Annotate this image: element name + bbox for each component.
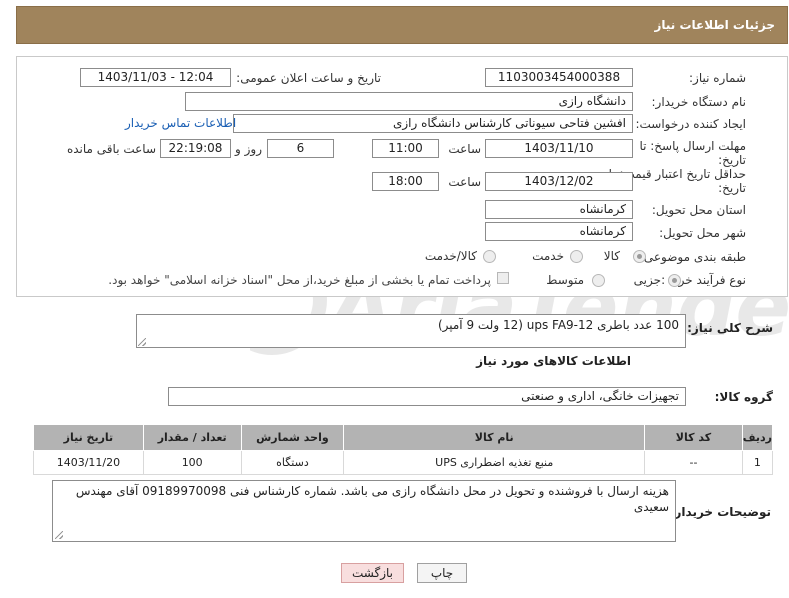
- category-goods-label: کالا: [603, 249, 620, 263]
- remaining-time-field[interactable]: 22:19:08: [160, 139, 231, 158]
- purchase-partial-label: جزیی: [633, 273, 661, 287]
- category-goods-radio[interactable]: [633, 250, 646, 263]
- price-validity-label-2: تاریخ:: [718, 181, 746, 195]
- description-text: 100 عدد باطری ups FA9-12 (12 ولت 9 آمپر): [437, 318, 679, 332]
- table-row: 1 -- منبع تغذیه اضطراری UPS دستگاه 100 1…: [33, 450, 774, 475]
- buyer-notes-field[interactable]: هزینه ارسال با فروشنده و تحویل در محل دا…: [52, 480, 676, 542]
- reply-deadline-label-2: تاریخ:: [718, 153, 746, 167]
- col-header-code: کد کالا: [644, 424, 743, 451]
- category-service-label: خدمت: [532, 249, 564, 263]
- goods-section-title: اطلاعات کالاهای مورد نیاز: [476, 354, 631, 368]
- col-header-qty: تعداد / مقدار: [142, 424, 242, 451]
- need-number-label: شماره نیاز:: [689, 71, 746, 85]
- back-button[interactable]: بازگشت: [341, 563, 404, 583]
- cell-unit: دستگاه: [240, 450, 345, 475]
- buyer-org-label: نام دستگاه خریدار:: [651, 95, 747, 109]
- goods-group-field[interactable]: تجهیزات خانگی، اداری و صنعتی: [168, 387, 686, 406]
- cell-row-number: 1: [741, 450, 774, 475]
- days-label: روز و: [235, 142, 262, 156]
- purchase-medium-label: متوسط: [546, 273, 584, 287]
- need-number-field[interactable]: 1103003454000388: [485, 68, 633, 87]
- announce-datetime-label: تاریخ و ساعت اعلان عمومی:: [236, 71, 381, 85]
- buyer-notes-resize-handle[interactable]: [55, 531, 63, 539]
- purchase-partial-radio[interactable]: [668, 274, 681, 287]
- purchase-medium-radio[interactable]: [592, 274, 605, 287]
- price-validity-time-field[interactable]: 18:00: [372, 172, 439, 191]
- cell-name: منبع تغذیه اضطراری UPS: [343, 450, 646, 475]
- page-title: جزئیات اطلاعات نیاز: [654, 18, 775, 32]
- treasury-payment-note: پرداخت تمام یا بخشی از مبلغ خرید،از محل …: [108, 273, 491, 287]
- remaining-days-field[interactable]: 6: [267, 139, 334, 158]
- print-button[interactable]: چاپ: [417, 563, 467, 583]
- description-field[interactable]: 100 عدد باطری ups FA9-12 (12 ولت 9 آمپر): [136, 314, 686, 348]
- description-resize-handle[interactable]: [138, 338, 146, 346]
- province-label: استان محل تحویل:: [651, 203, 746, 217]
- cell-code: --: [644, 450, 743, 475]
- goods-group-label: گروه کالا:: [714, 390, 773, 404]
- category-label: طبقه بندی موضوعی:: [639, 250, 746, 264]
- remaining-time-label: ساعت باقی مانده: [66, 142, 156, 156]
- treasury-payment-checkbox[interactable]: [497, 272, 509, 284]
- province-field[interactable]: کرمانشاه: [485, 200, 633, 219]
- price-validity-time-label: ساعت: [448, 175, 481, 189]
- col-header-date: تاریخ نیاز: [33, 424, 144, 451]
- buyer-org-field[interactable]: دانشگاه رازی: [185, 92, 633, 111]
- city-label: شهر محل تحویل:: [659, 226, 746, 240]
- cell-date: 1403/11/20: [33, 450, 144, 475]
- page-header: جزئیات اطلاعات نیاز: [16, 6, 788, 44]
- requester-label: ایجاد کننده درخواست:: [635, 117, 746, 131]
- requester-field[interactable]: افشین فتاحی سیوناتی کارشناس دانشگاه رازی: [233, 114, 633, 133]
- buyer-notes-label: توضیحات خریدار:: [669, 505, 771, 519]
- cell-qty: 100: [142, 450, 242, 475]
- city-field[interactable]: کرمانشاه: [485, 222, 633, 241]
- description-label: شرح کلی نیاز:: [687, 321, 773, 335]
- reply-deadline-time-label: ساعت: [448, 142, 481, 156]
- category-goods-service-label: کالا/خدمت: [424, 249, 477, 263]
- col-header-row: ردیف: [741, 424, 774, 451]
- col-header-unit: واحد شمارش: [240, 424, 345, 451]
- goods-table: ردیف کد کالا نام کالا واحد شمارش تعداد /…: [33, 424, 774, 475]
- col-header-name: نام کالا: [343, 424, 646, 451]
- buyer-contact-link[interactable]: اطلاعات تماس خریدار: [125, 116, 236, 130]
- goods-table-header: ردیف کد کالا نام کالا واحد شمارش تعداد /…: [33, 424, 774, 451]
- reply-deadline-time-field[interactable]: 11:00: [372, 139, 439, 158]
- buyer-notes-text: هزینه ارسال با فروشنده و تحویل در محل دا…: [75, 484, 669, 514]
- announce-datetime-field[interactable]: 1403/11/03 - 12:04: [80, 68, 231, 87]
- reply-deadline-label: مهلت ارسال پاسخ: تا: [639, 139, 746, 153]
- category-goods-service-radio[interactable]: [483, 250, 496, 263]
- category-service-radio[interactable]: [570, 250, 583, 263]
- price-validity-date-field[interactable]: 1403/12/02: [485, 172, 633, 191]
- reply-deadline-date-field[interactable]: 1403/11/10: [485, 139, 633, 158]
